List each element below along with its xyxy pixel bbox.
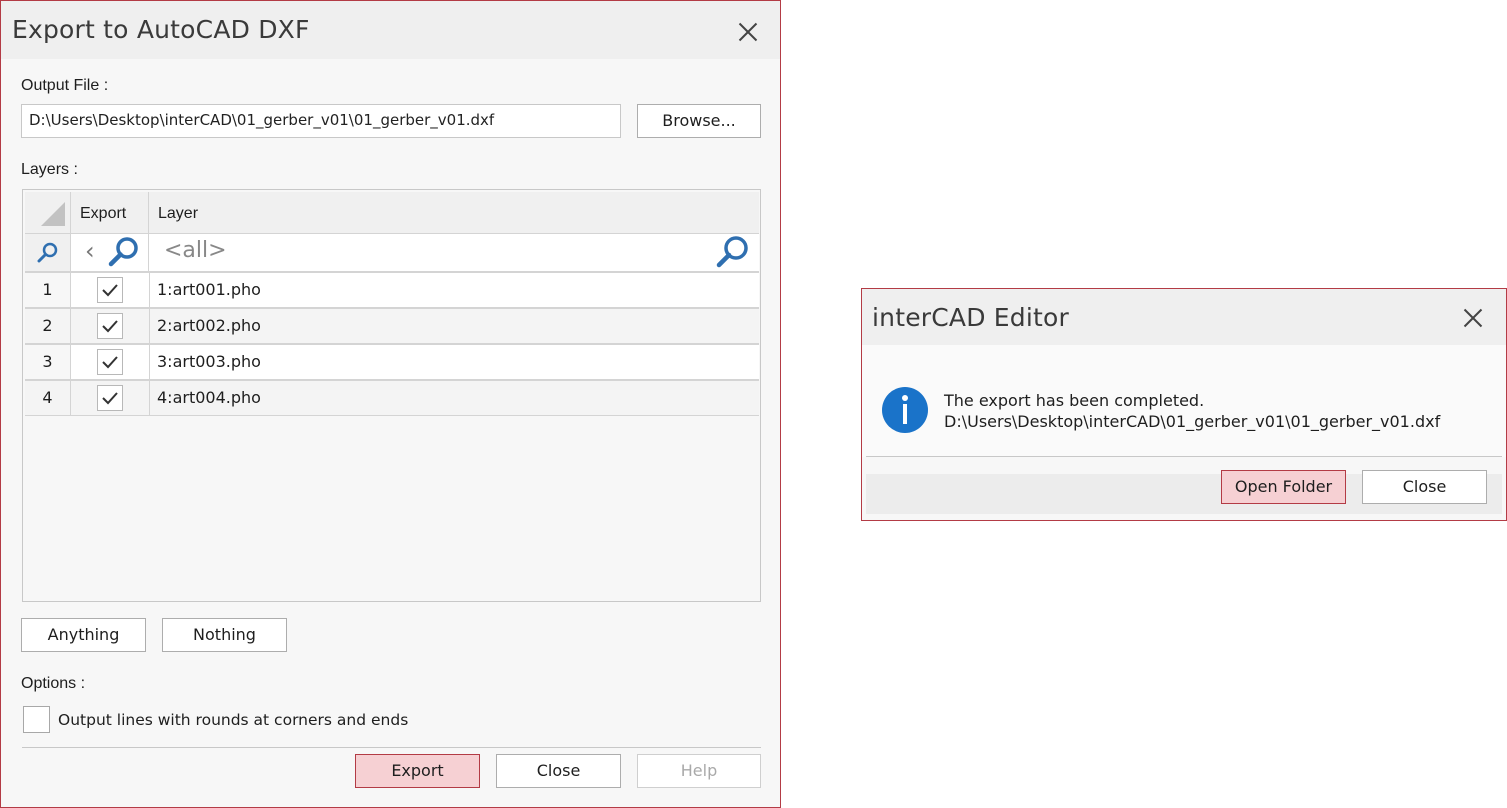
filter-row-header — [25, 234, 71, 271]
row-number: 1 — [25, 273, 71, 307]
export-checkbox[interactable] — [97, 349, 123, 375]
check-icon — [102, 392, 118, 405]
info-icon — [882, 387, 928, 433]
export-button[interactable]: Export — [355, 754, 480, 788]
export-dialog-titlebar: Export to AutoCAD DXF — [1, 1, 780, 59]
table-row[interactable]: 4 4:art004.pho — [25, 380, 759, 416]
footer-divider — [22, 747, 761, 748]
export-dxf-dialog: Export to AutoCAD DXF Output File : D:\U… — [0, 0, 781, 808]
export-checkbox[interactable] — [97, 313, 123, 339]
table-row[interactable]: 1 1:art001.pho — [25, 272, 759, 308]
message-body: The export has been completed. D:\Users\… — [862, 345, 1506, 457]
layer-name: 2:art002.pho — [157, 316, 261, 335]
message-dialog-titlebar: interCAD Editor — [862, 289, 1506, 345]
message-line-1: The export has been completed. — [944, 391, 1205, 410]
chevron-left-icon: ‹ — [85, 237, 95, 265]
output-file-field[interactable]: D:\Users\Desktop\interCAD\01_gerber_v01\… — [21, 104, 621, 138]
message-dialog-title: interCAD Editor — [872, 303, 1069, 332]
close-icon[interactable] — [1461, 306, 1485, 330]
layer-name: 4:art004.pho — [157, 388, 261, 407]
column-header-export[interactable]: Export — [71, 192, 149, 234]
message-line-2: D:\Users\Desktop\interCAD\01_gerber_v01\… — [944, 412, 1441, 431]
output-file-label: Output File : — [21, 77, 109, 94]
export-dialog-title: Export to AutoCAD DXF — [12, 15, 310, 44]
open-folder-button[interactable]: Open Folder — [1221, 470, 1346, 504]
export-checkbox[interactable] — [97, 385, 123, 411]
column-header-export-label: Export — [80, 205, 127, 222]
search-icon — [108, 237, 138, 267]
message-dialog: interCAD Editor The export has been comp… — [861, 288, 1507, 521]
row-number: 2 — [25, 309, 71, 343]
select-all-corner-icon — [41, 202, 65, 226]
layer-name: 3:art003.pho — [157, 352, 261, 371]
export-filter-cell[interactable]: ‹ — [71, 234, 149, 271]
check-icon — [102, 284, 118, 297]
layers-label: Layers : — [21, 161, 78, 178]
message-close-button[interactable]: Close — [1362, 470, 1487, 504]
nothing-button[interactable]: Nothing — [162, 618, 287, 652]
check-icon — [102, 356, 118, 369]
close-icon[interactable] — [736, 20, 760, 44]
round-corners-label[interactable]: Output lines with rounds at corners and … — [58, 711, 408, 729]
row-number: 4 — [25, 381, 71, 415]
message-divider — [866, 456, 1502, 457]
anything-button[interactable]: Anything — [21, 618, 146, 652]
layers-grid: Export Layer ‹ <all> 1 1:art001.pho 2 2:… — [22, 189, 761, 602]
close-button[interactable]: Close — [496, 754, 621, 788]
row-number: 3 — [25, 345, 71, 379]
export-checkbox[interactable] — [97, 277, 123, 303]
search-icon[interactable] — [715, 234, 751, 270]
table-row[interactable]: 2 2:art002.pho — [25, 308, 759, 344]
layer-name: 1:art001.pho — [157, 280, 261, 299]
round-corners-checkbox[interactable] — [23, 706, 50, 733]
column-header-layer-label: Layer — [158, 205, 199, 222]
layer-filter-cell[interactable]: <all> — [149, 234, 759, 271]
check-icon — [102, 320, 118, 333]
help-button[interactable]: Help — [637, 754, 761, 788]
search-icon — [37, 242, 58, 263]
column-header-layer[interactable]: Layer — [149, 192, 759, 234]
browse-button[interactable]: Browse... — [637, 104, 761, 138]
grid-corner-header[interactable] — [25, 192, 71, 234]
options-label: Options : — [21, 675, 86, 692]
table-row[interactable]: 3 3:art003.pho — [25, 344, 759, 380]
filter-row: ‹ <all> — [25, 234, 759, 272]
layer-filter-all-text: <all> — [164, 238, 227, 263]
